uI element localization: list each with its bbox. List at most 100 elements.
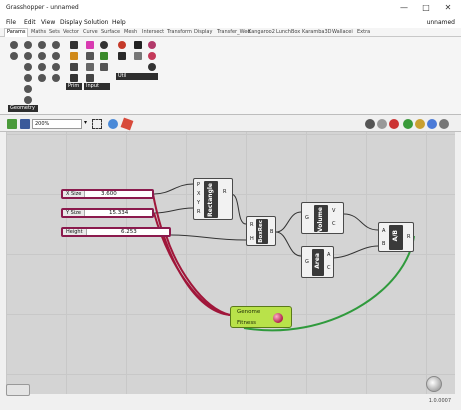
panel-util-label[interactable]: Util xyxy=(116,73,158,80)
rect-output-r[interactable]: R xyxy=(223,189,226,195)
menu-file[interactable]: File xyxy=(6,19,16,26)
menu-view[interactable]: View xyxy=(41,19,55,26)
image-sampler-icon[interactable] xyxy=(100,52,108,60)
slider-x-size[interactable]: X Size 3.600 xyxy=(61,189,154,199)
box-param-icon[interactable] xyxy=(24,74,32,82)
display-selected-icon[interactable] xyxy=(389,119,399,129)
field-param-icon[interactable] xyxy=(52,63,60,71)
maximize-button[interactable]: □ xyxy=(419,2,433,14)
tab-karamba3d[interactable]: Karamba3D xyxy=(302,29,332,35)
panel-input-label[interactable]: Input xyxy=(84,83,110,90)
tab-vector[interactable]: Vector xyxy=(63,29,79,35)
vector-param-icon[interactable] xyxy=(38,41,46,49)
cluster-icon[interactable] xyxy=(118,41,126,49)
panel-input-icon[interactable] xyxy=(100,63,108,71)
brep-param-icon[interactable] xyxy=(24,63,32,71)
volume-output-v[interactable]: V xyxy=(332,208,335,214)
slider-y-size[interactable]: Y Size 15.334 xyxy=(61,208,154,218)
component-volume[interactable]: G Volume V C xyxy=(301,202,344,234)
fitness-icon[interactable] xyxy=(148,63,156,71)
component-a-over-b[interactable]: A B A/B R xyxy=(378,222,414,252)
tab-sets[interactable]: Sets xyxy=(49,29,60,35)
zoom-extents-icon[interactable] xyxy=(92,119,102,129)
integer-param-icon[interactable] xyxy=(70,63,78,71)
panel-prim-label[interactable]: Prim xyxy=(66,83,82,90)
menu-help[interactable]: Help xyxy=(112,19,126,26)
boxrec-input-r[interactable]: R xyxy=(250,222,253,228)
plane-param-icon[interactable] xyxy=(38,52,46,60)
boxrec-output-b[interactable]: B xyxy=(270,229,273,235)
curve-param-icon[interactable] xyxy=(10,52,18,60)
ab-input-b[interactable]: B xyxy=(382,241,385,247)
sketch-pen-icon[interactable] xyxy=(120,117,134,131)
number-slider-icon[interactable] xyxy=(86,63,94,71)
number-param-icon[interactable] xyxy=(70,52,78,60)
context-bake-icon[interactable] xyxy=(118,52,126,60)
menu-edit[interactable]: Edit xyxy=(24,19,36,26)
component-boxrec[interactable]: R H BoxRec B xyxy=(246,216,276,246)
overflow-menu-icon[interactable] xyxy=(439,119,449,129)
tab-mesh[interactable]: Mesh xyxy=(124,29,137,35)
save-file-icon[interactable] xyxy=(20,119,30,129)
ab-input-a[interactable]: A xyxy=(382,228,385,234)
tab-intersect[interactable]: Intersect xyxy=(142,29,164,35)
rectangle-param-icon[interactable] xyxy=(24,85,32,93)
preview-eye-icon[interactable] xyxy=(108,119,118,129)
minimize-button[interactable]: — xyxy=(397,2,411,14)
galapagos-icon[interactable] xyxy=(148,52,156,60)
zoom-field[interactable]: 200% xyxy=(32,119,82,129)
panel-geometry-label[interactable]: Geometry xyxy=(8,105,38,112)
volume-output-c[interactable]: C xyxy=(332,221,336,227)
menu-solution[interactable]: Solution xyxy=(84,19,108,26)
display-shaded-icon[interactable] xyxy=(377,119,387,129)
relay-arrow-icon[interactable] xyxy=(134,41,142,49)
value-list-icon[interactable] xyxy=(86,74,94,82)
galapagos-component[interactable]: Genome Fitness xyxy=(230,306,292,328)
tab-lunchbox[interactable]: LunchBox xyxy=(276,29,300,35)
tab-curve[interactable]: Curve xyxy=(83,29,98,35)
data-dam-icon[interactable] xyxy=(148,41,156,49)
mesh-param-icon[interactable] xyxy=(38,63,46,71)
arc-param-icon[interactable] xyxy=(38,74,46,82)
area-output-a[interactable]: A xyxy=(327,252,330,258)
volume-input-g[interactable]: G xyxy=(305,215,309,221)
circle-param-icon[interactable] xyxy=(52,41,60,49)
menu-display[interactable]: Display xyxy=(60,19,82,26)
preview-mesh-icon[interactable] xyxy=(403,119,413,129)
tab-transfer-wed[interactable]: Transfer_Wed xyxy=(217,29,251,35)
area-output-c[interactable]: C xyxy=(327,265,331,271)
globe-icon[interactable] xyxy=(427,119,437,129)
tab-display[interactable]: Display xyxy=(194,29,212,35)
tab-transform[interactable]: Transform xyxy=(167,29,192,35)
tab-extra[interactable]: Extra xyxy=(357,29,370,35)
rect-input-r[interactable]: R xyxy=(197,209,200,215)
close-button[interactable]: ✕ xyxy=(441,2,455,14)
geometry-param-icon[interactable] xyxy=(10,41,18,49)
area-input-g[interactable]: G xyxy=(305,259,309,265)
jump-arrow-icon[interactable] xyxy=(134,52,142,60)
boolean-toggle-icon[interactable] xyxy=(100,41,108,49)
genome-label[interactable]: Genome xyxy=(237,309,260,315)
tab-wallacei[interactable]: Wallacei xyxy=(332,29,353,35)
display-wire-icon[interactable] xyxy=(365,119,375,129)
canvas-navigator-icon[interactable] xyxy=(426,376,442,392)
tab-surface[interactable]: Surface xyxy=(101,29,120,35)
text-param-icon[interactable] xyxy=(70,74,78,82)
tab-kangaroo2[interactable]: Kangaroo2 xyxy=(248,29,275,35)
line-param-icon[interactable] xyxy=(24,52,32,60)
point-param-icon[interactable] xyxy=(24,41,32,49)
boxrec-input-h[interactable]: H xyxy=(250,236,254,242)
zoom-dropdown-icon[interactable]: ▾ xyxy=(84,119,92,127)
tab-maths[interactable]: Maths xyxy=(31,29,46,35)
boolean-param-icon[interactable] xyxy=(70,41,78,49)
color-swatch-icon[interactable] xyxy=(86,41,94,49)
surface-param-icon[interactable] xyxy=(52,52,60,60)
open-file-icon[interactable] xyxy=(7,119,17,129)
twisted-box-param-icon[interactable] xyxy=(24,96,32,104)
bake-icon[interactable] xyxy=(415,119,425,129)
rect-input-p[interactable]: P xyxy=(197,182,200,188)
rect-input-y[interactable]: Y xyxy=(197,200,200,206)
ab-output-r[interactable]: R xyxy=(407,234,410,240)
slider-height[interactable]: Height 6.253 xyxy=(61,227,171,237)
group-param-icon[interactable] xyxy=(52,74,60,82)
